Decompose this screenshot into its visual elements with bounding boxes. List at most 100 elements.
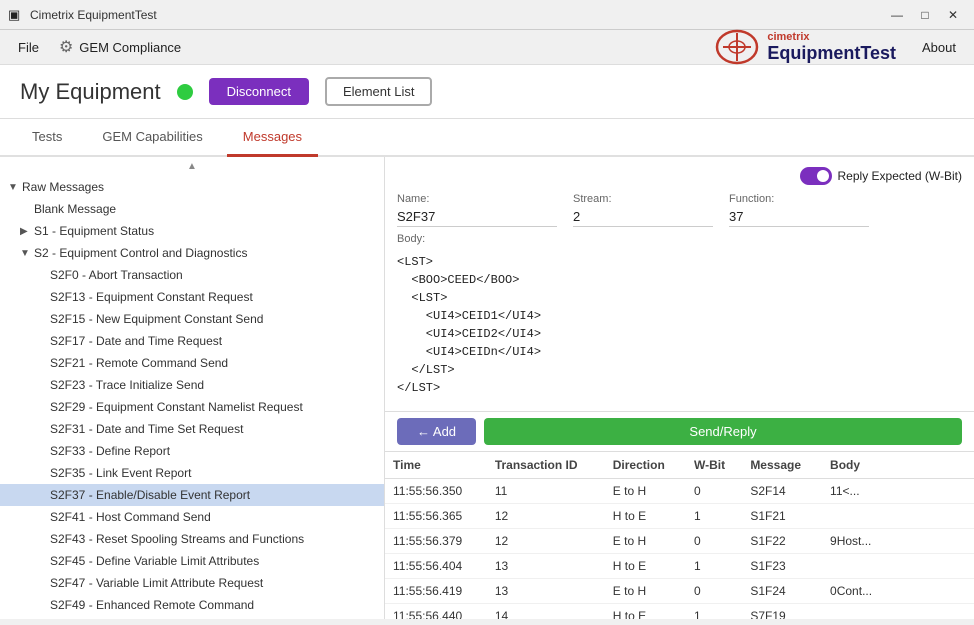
body-text: <LST> <BOO>CEED</BOO> <LST> <UI4>CEID1</… bbox=[397, 249, 962, 401]
table-header-row: Time Transaction ID Direction W-Bit Mess… bbox=[385, 452, 974, 479]
cell-dir: E to H bbox=[605, 579, 686, 604]
message-table: Time Transaction ID Direction W-Bit Mess… bbox=[385, 452, 974, 619]
table-row[interactable]: 11:55:56.350 11 E to H 0 S2F14 11<... bbox=[385, 479, 974, 504]
function-field: Function: bbox=[729, 193, 869, 227]
tab-messages[interactable]: Messages bbox=[227, 119, 318, 157]
col-txid: Transaction ID bbox=[487, 452, 605, 479]
cell-msg: S1F23 bbox=[742, 554, 822, 579]
cell-dir: H to E bbox=[605, 504, 686, 529]
sidebar-item-s2f23[interactable]: S2F23 - Trace Initialize Send bbox=[0, 374, 384, 396]
main-layout: ▲ Raw Messages Blank Message S1 - Equipm… bbox=[0, 157, 974, 619]
reply-toggle-label: Reply Expected (W-Bit) bbox=[838, 169, 962, 183]
sidebar-item-s2[interactable]: S2 - Equipment Control and Diagnostics bbox=[0, 242, 384, 264]
sidebar-item-s2f15[interactable]: S2F15 - New Equipment Constant Send bbox=[0, 308, 384, 330]
name-input[interactable] bbox=[397, 207, 557, 227]
cell-dir: H to E bbox=[605, 604, 686, 620]
cell-wbit: 0 bbox=[686, 529, 742, 554]
scroll-up-arrow[interactable]: ▲ bbox=[0, 157, 384, 176]
cell-txid: 12 bbox=[487, 529, 605, 554]
logo-area: cimetrix EquipmentTest bbox=[715, 29, 896, 65]
sidebar-item-s2f45[interactable]: S2F45 - Define Variable Limit Attributes bbox=[0, 550, 384, 572]
chevron-icon bbox=[20, 248, 34, 259]
sidebar-item-s2f31[interactable]: S2F31 - Date and Time Set Request bbox=[0, 418, 384, 440]
reply-toggle[interactable]: Reply Expected (W-Bit) bbox=[800, 167, 962, 185]
cell-dir: E to H bbox=[605, 529, 686, 554]
close-button[interactable]: ✕ bbox=[940, 5, 966, 25]
col-msg: Message bbox=[742, 452, 822, 479]
cell-txid: 13 bbox=[487, 554, 605, 579]
cell-body bbox=[822, 554, 974, 579]
cell-msg: S1F22 bbox=[742, 529, 822, 554]
tab-gem[interactable]: GEM Capabilities bbox=[86, 119, 218, 157]
col-wbit: W-Bit bbox=[686, 452, 742, 479]
sidebar-item-s2f17[interactable]: S2F17 - Date and Time Request bbox=[0, 330, 384, 352]
table-row[interactable]: 11:55:56.419 13 E to H 0 S1F24 0Cont... bbox=[385, 579, 974, 604]
message-table-wrapper: Time Transaction ID Direction W-Bit Mess… bbox=[385, 452, 974, 619]
menubar: File ⚙ GEM Compliance cimetrix Equipment… bbox=[0, 30, 974, 65]
gem-menu[interactable]: ⚙ GEM Compliance bbox=[49, 33, 191, 61]
sidebar-item-s2f33[interactable]: S2F33 - Define Report bbox=[0, 440, 384, 462]
sidebar-item-s2f35[interactable]: S2F35 - Link Event Report bbox=[0, 462, 384, 484]
col-dir: Direction bbox=[605, 452, 686, 479]
cell-txid: 13 bbox=[487, 579, 605, 604]
cell-time: 11:55:56.419 bbox=[385, 579, 487, 604]
table-row[interactable]: 11:55:56.365 12 H to E 1 S1F21 bbox=[385, 504, 974, 529]
body-label: Body: bbox=[397, 233, 962, 245]
sidebar-item-s2f29[interactable]: S2F29 - Equipment Constant Namelist Requ… bbox=[0, 396, 384, 418]
cell-body bbox=[822, 604, 974, 620]
cell-dir: H to E bbox=[605, 554, 686, 579]
function-input[interactable] bbox=[729, 207, 869, 227]
send-reply-button[interactable]: Send/Reply bbox=[484, 418, 962, 445]
window-controls: — □ ✕ bbox=[884, 5, 966, 25]
stream-input[interactable] bbox=[573, 207, 713, 227]
table-row[interactable]: 11:55:56.440 14 H to E 1 S7F19 bbox=[385, 604, 974, 620]
cell-txid: 12 bbox=[487, 504, 605, 529]
stream-label: Stream: bbox=[573, 193, 713, 205]
col-body: Body bbox=[822, 452, 974, 479]
stream-field: Stream: bbox=[573, 193, 713, 227]
status-indicator bbox=[177, 84, 193, 100]
sidebar-item-s2f13[interactable]: S2F13 - Equipment Constant Request bbox=[0, 286, 384, 308]
table-row[interactable]: 11:55:56.379 12 E to H 0 S1F22 9Host... bbox=[385, 529, 974, 554]
disconnect-button[interactable]: Disconnect bbox=[209, 78, 309, 105]
sidebar-item-s2f21[interactable]: S2F21 - Remote Command Send bbox=[0, 352, 384, 374]
app-icon: ▣ bbox=[8, 7, 24, 23]
sidebar-item-raw[interactable]: Raw Messages bbox=[0, 176, 384, 198]
app-title: Cimetrix EquipmentTest bbox=[30, 8, 884, 22]
action-row: ← Add Send/Reply bbox=[385, 412, 974, 452]
about-button[interactable]: About bbox=[912, 36, 966, 59]
sidebar-item-blank[interactable]: Blank Message bbox=[0, 198, 384, 220]
file-menu[interactable]: File bbox=[8, 36, 49, 59]
sidebar-item-s1[interactable]: S1 - Equipment Status bbox=[0, 220, 384, 242]
content-panel: Reply Expected (W-Bit) Name: Stream: Fun… bbox=[385, 157, 974, 619]
cell-wbit: 1 bbox=[686, 554, 742, 579]
cell-body bbox=[822, 504, 974, 529]
form-row-fields: Name: Stream: Function: bbox=[397, 193, 962, 227]
cell-msg: S1F24 bbox=[742, 579, 822, 604]
sidebar-item-s2f47[interactable]: S2F47 - Variable Limit Attribute Request bbox=[0, 572, 384, 594]
cell-time: 11:55:56.404 bbox=[385, 554, 487, 579]
sidebar-item-s2f43[interactable]: S2F43 - Reset Spooling Streams and Funct… bbox=[0, 528, 384, 550]
tab-tests[interactable]: Tests bbox=[16, 119, 78, 157]
cell-txid: 14 bbox=[487, 604, 605, 620]
cell-txid: 11 bbox=[487, 479, 605, 504]
sidebar-item-s2f37[interactable]: S2F37 - Enable/Disable Event Report bbox=[0, 484, 384, 506]
table-row[interactable]: 11:55:56.404 13 H to E 1 S1F23 bbox=[385, 554, 974, 579]
maximize-button[interactable]: □ bbox=[912, 5, 938, 25]
sidebar-item-s2f0[interactable]: S2F0 - Abort Transaction bbox=[0, 264, 384, 286]
cell-msg: S2F14 bbox=[742, 479, 822, 504]
reply-toggle-switch[interactable] bbox=[800, 167, 832, 185]
function-label: Function: bbox=[729, 193, 869, 205]
name-label: Name: bbox=[397, 193, 557, 205]
gem-icon: ⚙ bbox=[59, 37, 73, 57]
add-button[interactable]: ← Add bbox=[397, 418, 476, 445]
logo-text: cimetrix EquipmentTest bbox=[767, 31, 896, 64]
minimize-button[interactable]: — bbox=[884, 5, 910, 25]
message-form: Reply Expected (W-Bit) Name: Stream: Fun… bbox=[385, 157, 974, 412]
cell-body: 0Cont... bbox=[822, 579, 974, 604]
element-list-button[interactable]: Element List bbox=[325, 77, 433, 106]
cell-wbit: 0 bbox=[686, 579, 742, 604]
sidebar-item-s2f41[interactable]: S2F41 - Host Command Send bbox=[0, 506, 384, 528]
sidebar-item-s2f49[interactable]: S2F49 - Enhanced Remote Command bbox=[0, 594, 384, 616]
sidebar-item-s3[interactable]: S3 - Materials Status bbox=[0, 616, 384, 619]
